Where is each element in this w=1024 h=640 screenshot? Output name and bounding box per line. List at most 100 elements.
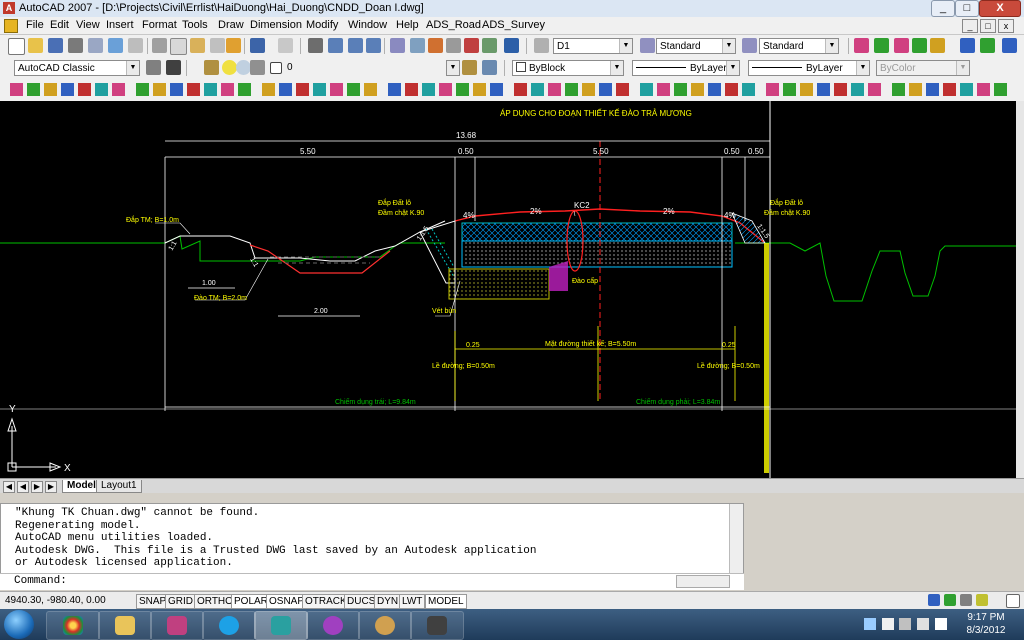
- taskbar-app3[interactable]: [150, 611, 204, 640]
- ads-toolbar-tool-icon[interactable]: [95, 83, 108, 96]
- ads-toolbar-tool-icon[interactable]: [892, 83, 905, 96]
- match-properties-icon[interactable]: [210, 38, 225, 53]
- menu-draw[interactable]: Draw: [218, 19, 244, 31]
- ads-toolbar-tool-icon[interactable]: [347, 83, 360, 96]
- tab-prev-icon[interactable]: ◀: [17, 481, 29, 493]
- ads-tool-6-icon[interactable]: [960, 38, 975, 53]
- layer-manager-icon[interactable]: [204, 60, 219, 75]
- sheet-set-icon[interactable]: [446, 38, 461, 53]
- dim-style-icon[interactable]: [640, 38, 655, 53]
- menu-ads-road[interactable]: ADS_Road: [426, 19, 481, 31]
- tab-first-icon[interactable]: ◀: [3, 481, 15, 493]
- ads-tool-4-icon[interactable]: [912, 38, 927, 53]
- layer-combo[interactable]: D1 ▼: [553, 38, 633, 54]
- tray-app-icon[interactable]: [899, 618, 911, 630]
- save-icon[interactable]: [48, 38, 63, 53]
- menu-dimension[interactable]: Dimension: [250, 19, 302, 31]
- polar-toggle[interactable]: POLAR: [231, 594, 271, 609]
- ads-tool-5-icon[interactable]: [930, 38, 945, 53]
- tray-flag-icon[interactable]: [882, 618, 894, 630]
- taskbar-app6[interactable]: [306, 611, 360, 640]
- ads-toolbar-tool-icon[interactable]: [136, 83, 149, 96]
- menu-insert[interactable]: Insert: [106, 19, 134, 31]
- lineweight-combo[interactable]: ByLayer ▼: [748, 60, 870, 76]
- ads-toolbar-tool-icon[interactable]: [657, 83, 670, 96]
- taskbar-explorer[interactable]: [98, 611, 152, 640]
- taskbar-skype[interactable]: [202, 611, 256, 640]
- table-style-icon[interactable]: [742, 38, 757, 53]
- tray-volume-icon[interactable]: [935, 618, 947, 630]
- ads-toolbar-tool-icon[interactable]: [204, 83, 217, 96]
- ads-toolbar-tool-icon[interactable]: [490, 83, 503, 96]
- ads-tool-1-icon[interactable]: [854, 38, 869, 53]
- plot-preview-icon[interactable]: [88, 38, 103, 53]
- cut-icon[interactable]: [152, 38, 167, 53]
- zoom-window-icon[interactable]: [348, 38, 363, 53]
- ads-tool-7-icon[interactable]: [980, 38, 995, 53]
- menu-ads-survey[interactable]: ADS_Survey: [482, 19, 545, 31]
- layer-previous-icon[interactable]: [482, 60, 497, 75]
- ads-toolbar-tool-icon[interactable]: [221, 83, 234, 96]
- menu-edit[interactable]: Edit: [50, 19, 69, 31]
- new-file-icon[interactable]: [8, 38, 25, 55]
- command-line[interactable]: Command:: [0, 573, 744, 590]
- ads-toolbar-tool-icon[interactable]: [78, 83, 91, 96]
- block-editor-icon[interactable]: [226, 38, 241, 53]
- otrack-toggle[interactable]: OTRACK: [302, 594, 350, 609]
- layer-combo-value[interactable]: 0: [284, 60, 458, 76]
- 3d-dwf-icon[interactable]: [128, 38, 143, 53]
- ads-toolbar-tool-icon[interactable]: [909, 83, 922, 96]
- ads-toolbar-tool-icon[interactable]: [456, 83, 469, 96]
- redo-icon[interactable]: [278, 38, 293, 53]
- ads-tool-3-icon[interactable]: [894, 38, 909, 53]
- grid-toggle[interactable]: GRID: [165, 594, 196, 609]
- help-icon[interactable]: [504, 38, 519, 53]
- ads-toolbar-tool-icon[interactable]: [926, 83, 939, 96]
- copy-icon[interactable]: [170, 38, 187, 55]
- close-button[interactable]: X: [979, 0, 1021, 17]
- menu-window[interactable]: Window: [348, 19, 387, 31]
- coordinate-readout[interactable]: 4940.30, -980.40, 0.00: [3, 594, 108, 607]
- ads-toolbar-tool-icon[interactable]: [313, 83, 326, 96]
- ads-toolbar-tool-icon[interactable]: [960, 83, 973, 96]
- command-hscrollbar[interactable]: [676, 575, 730, 588]
- paste-icon[interactable]: [190, 38, 205, 53]
- design-center-icon[interactable]: [410, 38, 425, 53]
- tab-layout1[interactable]: Layout1: [96, 480, 142, 493]
- menu-modify[interactable]: Modify: [306, 19, 338, 31]
- ads-toolbar-tool-icon[interactable]: [330, 83, 343, 96]
- zoom-previous-icon[interactable]: [366, 38, 381, 53]
- document-icon[interactable]: [4, 19, 18, 33]
- taskbar-chrome[interactable]: [46, 611, 100, 640]
- layer-lock-icon[interactable]: [250, 60, 265, 75]
- comm-center-icon[interactable]: [928, 594, 940, 606]
- menu-format[interactable]: Format: [142, 19, 177, 31]
- ads-toolbar-tool-icon[interactable]: [708, 83, 721, 96]
- publish-icon[interactable]: [108, 38, 123, 53]
- ads-toolbar-tool-icon[interactable]: [473, 83, 486, 96]
- color-combo[interactable]: ByBlock ▼: [512, 60, 624, 76]
- start-button-icon[interactable]: [4, 610, 34, 639]
- ads-toolbar-tool-icon[interactable]: [674, 83, 687, 96]
- ads-toolbar-tool-icon[interactable]: [439, 83, 452, 96]
- ads-toolbar-tool-icon[interactable]: [800, 83, 813, 96]
- quickcalc-icon[interactable]: [482, 38, 497, 53]
- plot-icon[interactable]: [68, 38, 83, 53]
- clean-screen-icon[interactable]: [1006, 594, 1020, 608]
- dim-style-combo[interactable]: Standard ▼: [759, 38, 839, 54]
- ads-toolbar-tool-icon[interactable]: [582, 83, 595, 96]
- zoom-realtime-icon[interactable]: [328, 38, 343, 53]
- lwt-toggle[interactable]: LWT: [399, 594, 426, 609]
- text-style-combo[interactable]: Standard ▼: [656, 38, 736, 54]
- ads-toolbar-tool-icon[interactable]: [422, 83, 435, 96]
- lock-icon[interactable]: [960, 594, 972, 606]
- ads-toolbar-tool-icon[interactable]: [616, 83, 629, 96]
- ads-toolbar-tool-icon[interactable]: [565, 83, 578, 96]
- ads-toolbar-tool-icon[interactable]: [61, 83, 74, 96]
- ads-toolbar-tool-icon[interactable]: [851, 83, 864, 96]
- ads-tool-8-icon[interactable]: [1002, 38, 1017, 53]
- menu-view[interactable]: View: [76, 19, 100, 31]
- ads-tool-2-icon[interactable]: [874, 38, 889, 53]
- command-scrollbar[interactable]: [729, 504, 743, 574]
- menu-help[interactable]: Help: [396, 19, 419, 31]
